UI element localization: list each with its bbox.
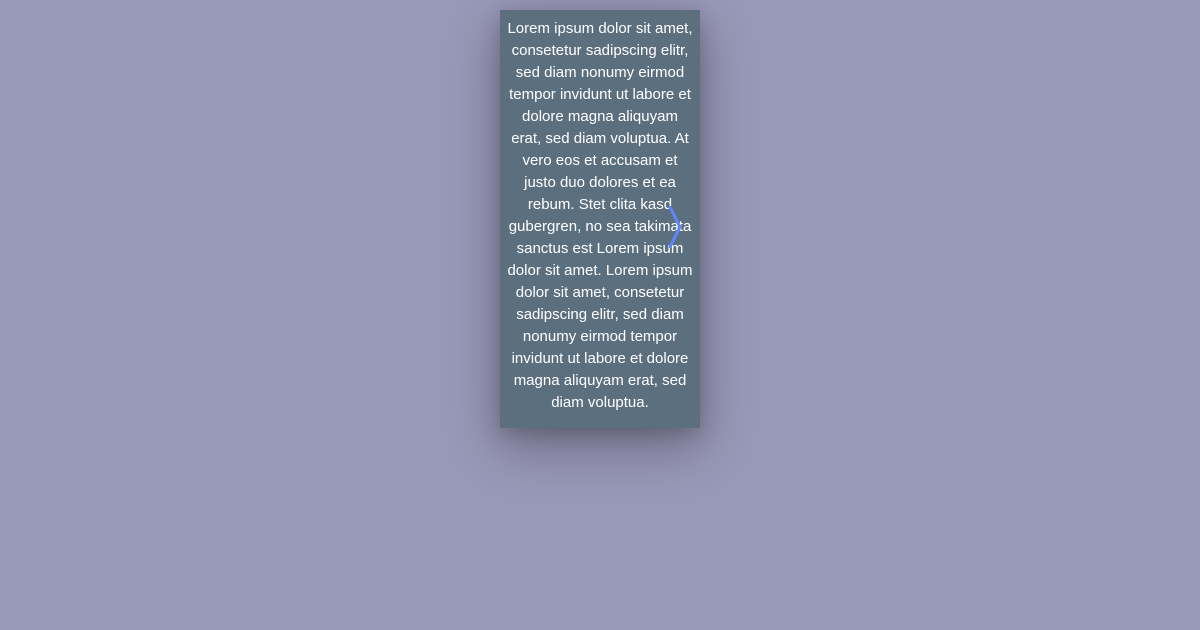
card-body-text: Lorem ipsum dolor sit amet, consetetur s…: [500, 10, 700, 422]
text-card: Lorem ipsum dolor sit amet, consetetur s…: [500, 10, 700, 428]
